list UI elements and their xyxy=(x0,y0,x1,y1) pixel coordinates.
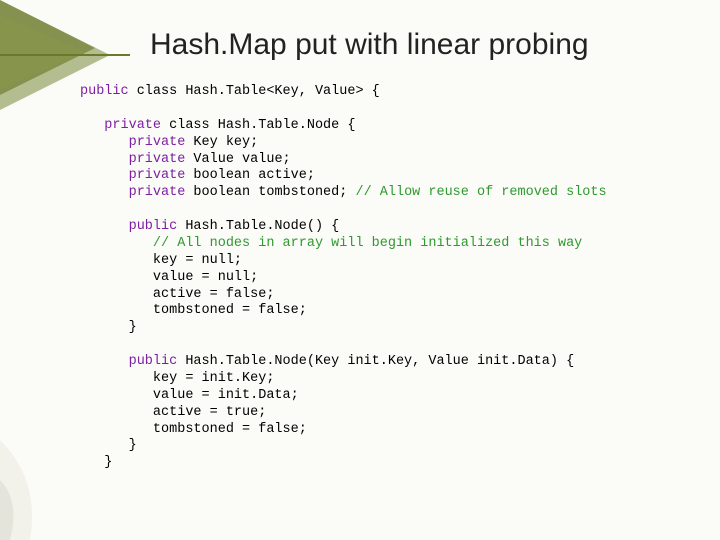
code-comment: // All nodes in array will begin initial… xyxy=(80,236,582,251)
code-text: Hash.Table.Node(Key init.Key, Value init… xyxy=(177,354,574,369)
code-text: boolean active; xyxy=(185,168,315,183)
code-keyword: public xyxy=(80,219,177,234)
code-text: key = null; xyxy=(80,253,242,268)
code-text: tombstoned = false; xyxy=(80,422,307,437)
code-text: } xyxy=(80,455,112,470)
code-listing: public class Hash.Table<Key, Value> { pr… xyxy=(80,84,607,472)
code-text: boolean tombstoned; xyxy=(185,185,355,200)
code-text: } xyxy=(80,438,137,453)
code-keyword: private xyxy=(80,168,185,183)
code-keyword: private xyxy=(80,185,185,200)
slide-title: Hash.Map put with linear probing xyxy=(150,28,589,62)
code-comment: // Allow reuse of removed slots xyxy=(355,185,606,200)
code-text: active = false; xyxy=(80,287,274,302)
code-keyword: private xyxy=(80,135,185,150)
code-text: value = null; xyxy=(80,270,258,285)
code-text: class Hash.Table.Node { xyxy=(161,118,355,133)
code-text: } xyxy=(80,320,137,335)
code-text: class Hash.Table<Key, Value> { xyxy=(129,84,380,99)
code-text: value = init.Data; xyxy=(80,388,299,403)
code-keyword: public xyxy=(80,354,177,369)
code-text: Value value; xyxy=(185,152,290,167)
code-text: key = init.Key; xyxy=(80,371,274,386)
code-keyword: private xyxy=(80,152,185,167)
code-text: Hash.Table.Node() { xyxy=(177,219,339,234)
code-text: Key key; xyxy=(185,135,258,150)
code-text: tombstoned = false; xyxy=(80,303,307,318)
code-text: active = true; xyxy=(80,405,266,420)
code-keyword: public xyxy=(80,84,129,99)
code-keyword: private xyxy=(80,118,161,133)
